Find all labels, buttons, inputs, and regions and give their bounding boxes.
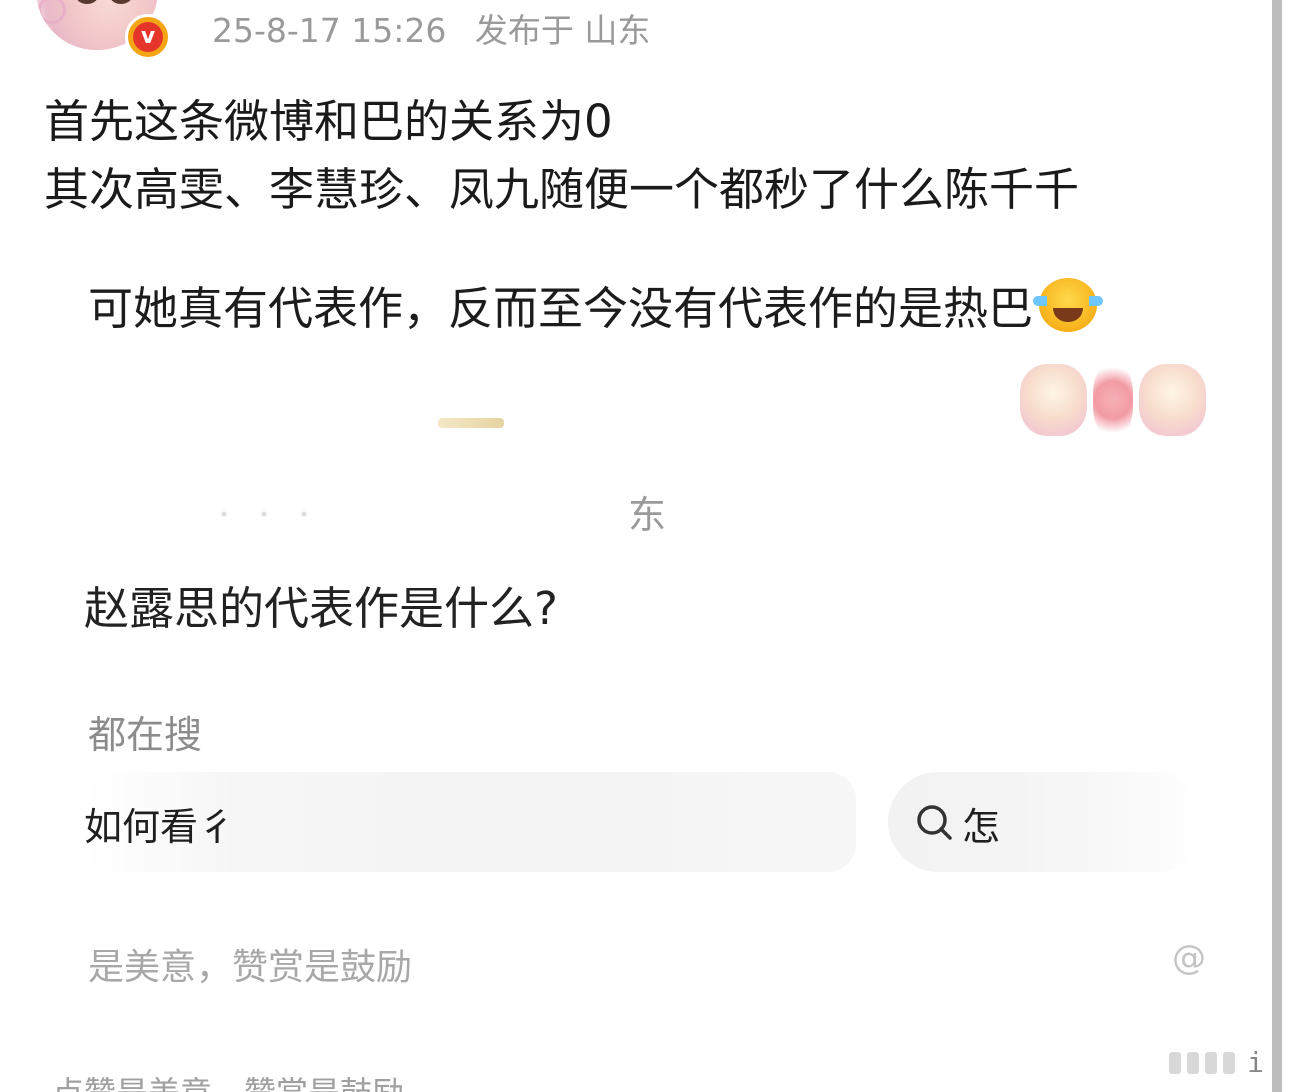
indicator-dot [1205, 1051, 1218, 1074]
screenshot-location-fragment: 东 [628, 493, 667, 537]
trending-search-chip-left[interactable]: 如何看彳 [84, 772, 856, 872]
weibo-watermark-icon: @ [1172, 938, 1206, 978]
search-icon [917, 805, 952, 840]
sticker-decorations [1020, 364, 1206, 436]
post-line-2: 其次高雯、李慧珍、凤九随便一个都秒了什么陈千千 [44, 163, 1080, 216]
avatar-eye-left [76, 0, 98, 4]
screenshot-quote-text: 可她真有代表作，反而至今没有代表作的是热巴 [88, 282, 1034, 335]
blurred-text-remnant [204, 508, 324, 520]
sticker-bunny-icon [1139, 364, 1206, 436]
laugh-cry-emoji-icon [1033, 277, 1104, 332]
image-indicator: i [1169, 1046, 1264, 1079]
post-body: 首先这条微博和巴的关系为0 其次高雯、李慧珍、凤九随便一个都秒了什么陈千千 [44, 88, 1079, 224]
trending-search-text-left: 如何看彳 [84, 805, 237, 849]
post-line-1: 首先这条微博和巴的关系为0 [44, 95, 613, 148]
trending-search-row: 如何看彳 怎 [84, 772, 1206, 872]
avatar-eye-right [110, 0, 132, 4]
trending-search-text-right: 怎 [962, 805, 1001, 849]
sticker-strawberry-icon [1092, 364, 1134, 436]
trending-search-label: 都在搜 [88, 713, 203, 757]
indicator-dot [1169, 1051, 1182, 1074]
post-location: 发布于 山东 [474, 11, 651, 50]
pen-mark-decoration [438, 418, 504, 428]
indicator-dot [1223, 1051, 1236, 1074]
post-timestamp: 25-8-17 15:26 [212, 11, 447, 50]
scrollbar[interactable] [1272, 0, 1282, 1092]
info-icon[interactable]: i [1247, 1046, 1264, 1079]
screenshot-quote: 可她真有代表作，反而至今没有代表作的是热巴 [88, 272, 1104, 337]
reward-footer: 点赞是美意，赞赏是鼓励 [52, 1068, 404, 1092]
embedded-screenshot[interactable]: 可她真有代表作，反而至今没有代表作的是热巴 东 赵露思的代表作是什么? 都在搜 … [84, 252, 1206, 1092]
screenshot-reward-footer: 是美意，赞赏是鼓励 [88, 947, 413, 988]
indicator-dot [1187, 1051, 1200, 1074]
avatar-swirl-decoration [38, 0, 66, 24]
screenshot-question: 赵露思的代表作是什么? [84, 582, 558, 635]
sticker-bear-icon [1020, 364, 1087, 436]
weibo-post-page: v 25-8-17 15:26 发布于 山东 首先这条微博和巴的关系为0 其次高… [0, 0, 1290, 1092]
verified-badge-icon: v [125, 14, 171, 60]
verified-v-mark: v [133, 22, 163, 52]
trending-search-chip-right[interactable]: 怎 [888, 772, 1206, 872]
post-meta: 25-8-17 15:26 发布于 山东 [212, 4, 650, 52]
